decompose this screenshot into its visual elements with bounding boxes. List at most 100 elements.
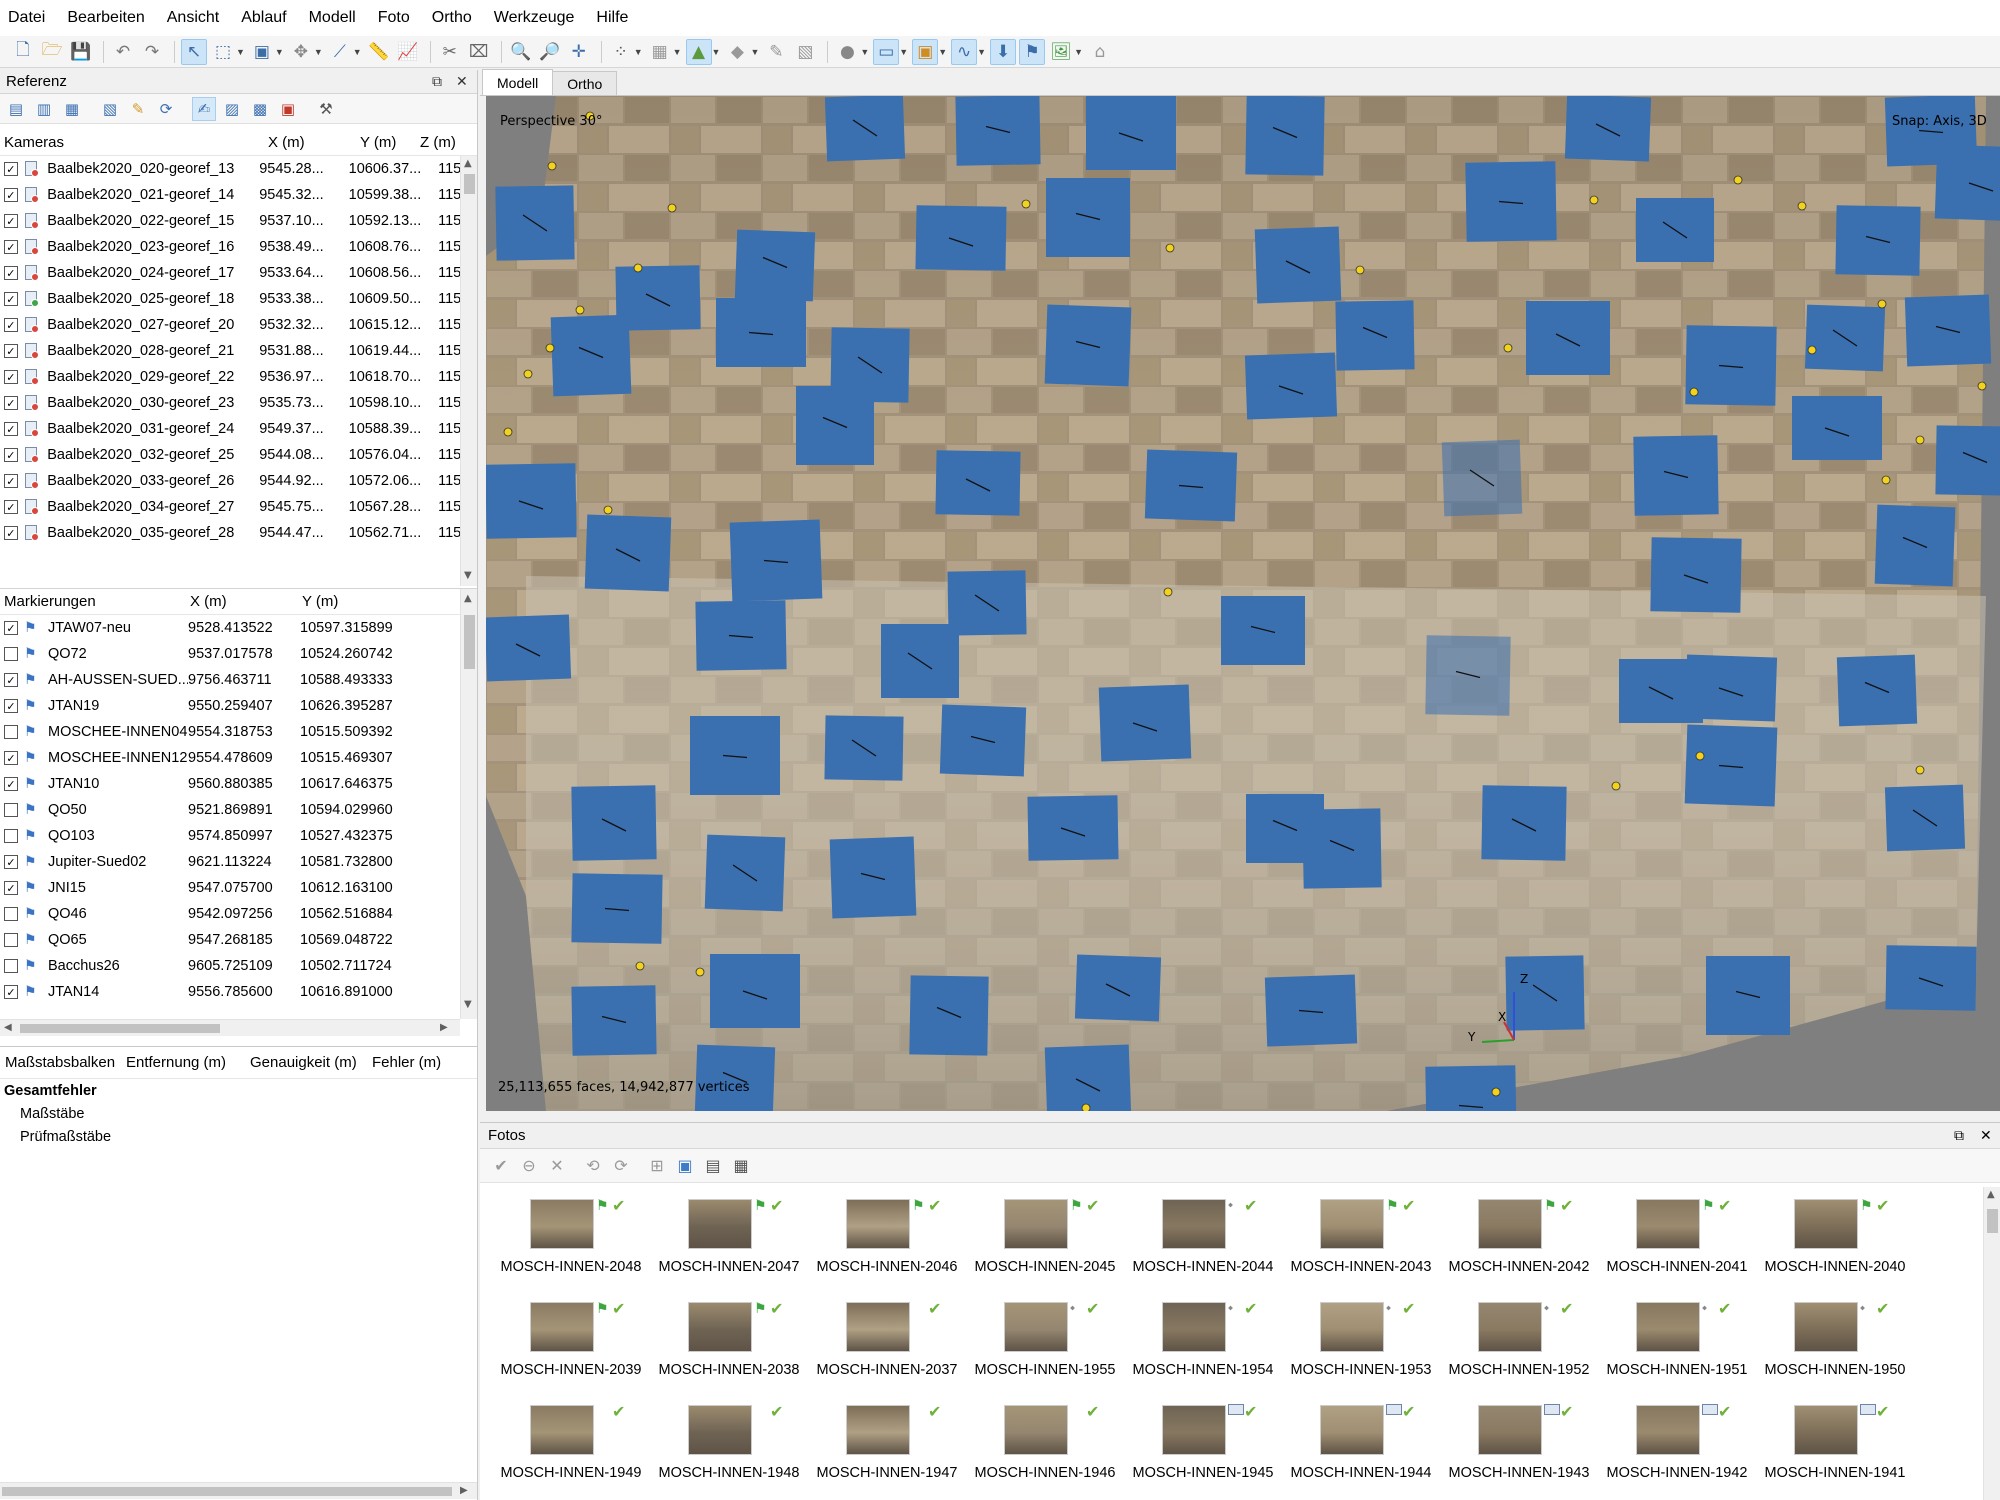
col-z[interactable]: Z (m) xyxy=(420,134,460,151)
show-info-icon[interactable]: ▤ xyxy=(702,1155,724,1177)
table-row[interactable]: ✓ Baalbek2020_032-georef_25 9544.08... 1057… xyxy=(0,442,477,468)
table-row[interactable]: ✓ ⚑ JTAN19 9550.259407 10626.395287 xyxy=(0,693,477,719)
rotate-right-icon[interactable]: ⟳ xyxy=(610,1155,632,1177)
view-errors-icon[interactable]: ▩ xyxy=(248,97,272,121)
open-folder-icon[interactable]: 🗁 xyxy=(39,39,65,65)
zoom-out-icon[interactable]: 🔎 xyxy=(537,39,563,65)
row-checkbox[interactable]: ✓ xyxy=(4,214,18,228)
photo-thumbnail[interactable]: ⚑ ✔ MOSCH-INNEN-2045 xyxy=(966,1185,1124,1289)
chevron-down-icon[interactable]: ▼ xyxy=(634,47,643,57)
ruler-icon[interactable]: 📏 xyxy=(366,39,392,65)
chevron-down-icon[interactable]: ▼ xyxy=(899,47,908,57)
tab-ortho[interactable]: Ortho xyxy=(552,71,618,95)
move-object-icon[interactable]: ✥ xyxy=(288,39,314,65)
draw-polyline-icon[interactable]: ⟋ xyxy=(327,39,353,65)
model-viewport[interactable]: Perspective 30° Snap: Axis, 3D 25,113,65… xyxy=(486,96,2000,1111)
row-checkbox[interactable] xyxy=(4,647,18,661)
scroll-up-icon[interactable]: ▲ xyxy=(464,158,472,169)
photo-thumbnail[interactable]: ✔ MOSCH-INNEN-1944 xyxy=(1282,1391,1440,1495)
table-row[interactable]: ✓ Baalbek2020_020-georef_13 9545.28... 1060… xyxy=(0,156,477,182)
col-cameras[interactable]: Kameras xyxy=(0,134,268,151)
scroll-right-icon[interactable]: ▶ xyxy=(440,1022,448,1033)
photo-thumbnail[interactable]: ✔ MOSCH-INNEN-1942 xyxy=(1598,1391,1756,1495)
photo-thumbnail[interactable]: ⚑ ✔ MOSCH-INNEN-2041 xyxy=(1598,1185,1756,1289)
row-checkbox[interactable]: ✓ xyxy=(4,699,18,713)
scroll-down-icon[interactable]: ▼ xyxy=(464,570,472,581)
row-checkbox[interactable]: ✓ xyxy=(4,162,18,176)
disable-camera-icon[interactable]: ⊖ xyxy=(518,1155,540,1177)
photo-thumbnail[interactable]: ✔ MOSCH-INNEN-1946 xyxy=(966,1391,1124,1495)
row-checkbox[interactable]: ✓ xyxy=(4,344,18,358)
col-distance[interactable]: Entfernung (m) xyxy=(124,1054,248,1071)
table-row[interactable]: ✓ ⚑ JTAN10 9560.880385 10617.646375 xyxy=(0,771,477,797)
photo-thumbnail[interactable]: ✔ MOSCH-INNEN-2037 xyxy=(808,1288,966,1392)
scroll-up-icon[interactable]: ▲ xyxy=(464,593,472,604)
row-checkbox[interactable]: ✓ xyxy=(4,422,18,436)
table-row[interactable]: ✓ Baalbek2020_034-georef_27 9545.75... 1056… xyxy=(0,494,477,520)
close-icon[interactable]: ✕ xyxy=(456,73,468,90)
col-scalebars[interactable]: Maßstabsbalken xyxy=(0,1054,124,1071)
sphere-icon[interactable]: ● xyxy=(834,39,860,65)
table-row[interactable]: ✓ Baalbek2020_031-georef_24 9549.37... 1058… xyxy=(0,416,477,442)
dem-icon[interactable]: ▧ xyxy=(792,39,818,65)
table-row[interactable]: ✓ Baalbek2020_030-georef_23 9535.73... 1059… xyxy=(0,390,477,416)
photo-thumbnail[interactable]: ⬩ ✔ MOSCH-INNEN-1953 xyxy=(1282,1288,1440,1392)
brush-icon[interactable]: ✎ xyxy=(763,39,789,65)
menu-item-bearbeiten[interactable]: Bearbeiten xyxy=(67,7,144,29)
tree-check-scales[interactable]: Prüfmaßstäbe xyxy=(0,1125,477,1148)
photos-vscroll[interactable]: ▲ xyxy=(1983,1187,2000,1500)
view-estimated-icon[interactable]: ▨ xyxy=(220,97,244,121)
scalebars-hscroll[interactable]: ▶ xyxy=(0,1482,477,1499)
table-row[interactable]: ✓ ⚑ JTAW07-neu 9528.413522 10597.315899 xyxy=(0,615,477,641)
row-checkbox[interactable] xyxy=(4,803,18,817)
col-markers[interactable]: Markierungen xyxy=(0,593,190,610)
photo-thumbnail[interactable]: ⚑ ✔ MOSCH-INNEN-2043 xyxy=(1282,1185,1440,1289)
chevron-down-icon[interactable]: ▼ xyxy=(712,47,721,57)
photo-thumbnail[interactable]: ✔ MOSCH-INNEN-1943 xyxy=(1440,1391,1598,1495)
rectangle-selection-icon[interactable]: ⬚ xyxy=(210,39,236,65)
markers-vscroll[interactable]: ▲ ▼ xyxy=(460,589,477,1019)
tiled-model-icon[interactable]: ◆ xyxy=(724,39,750,65)
row-checkbox[interactable]: ✓ xyxy=(4,266,18,280)
navigation-cursor-icon[interactable]: ↖ xyxy=(181,38,207,65)
view-mode-icon[interactable]: ▦ xyxy=(730,1155,752,1177)
table-row[interactable]: ✓ Baalbek2020_021-georef_14 9545.32... 1059… xyxy=(0,182,477,208)
undock-icon[interactable]: ⧉ xyxy=(432,73,442,90)
table-row[interactable]: ⚑ QO50 9521.869891 10594.029960 xyxy=(0,797,477,823)
table-row[interactable]: ✓ ⚑ Jupiter-Sued02 9621.113224 10581.732800 xyxy=(0,849,477,875)
table-row[interactable]: ✓ ⚑ AH-AUSSEN-SUED... 9756.463711 10588.4933… xyxy=(0,667,477,693)
show-shapes-icon[interactable]: ∿ xyxy=(951,38,978,65)
table-row[interactable]: ⚑ QO46 9542.097256 10562.516884 xyxy=(0,901,477,927)
row-checkbox[interactable]: ✓ xyxy=(4,751,18,765)
tab-modell[interactable]: Modell xyxy=(482,69,554,95)
point-cloud-icon[interactable]: ⁘ xyxy=(608,39,634,65)
row-checkbox[interactable]: ✓ xyxy=(4,881,18,895)
chevron-down-icon[interactable]: ▼ xyxy=(860,47,869,57)
filter-binoculars-icon[interactable]: ⊞ xyxy=(646,1155,668,1177)
row-checkbox[interactable]: ✓ xyxy=(4,240,18,254)
table-row[interactable]: ✓ ⚑ MOSCHEE-INNEN12 9554.478609 10515.469307 xyxy=(0,745,477,771)
crop-selection-icon[interactable]: ⌧ xyxy=(466,39,492,65)
table-row[interactable]: ✓ Baalbek2020_024-georef_17 9533.64... 1060… xyxy=(0,260,477,286)
new-file-icon[interactable]: 🗋 xyxy=(10,39,36,65)
table-row[interactable]: ✓ Baalbek2020_029-georef_22 9536.97... 1061… xyxy=(0,364,477,390)
chevron-down-icon[interactable]: ▼ xyxy=(673,47,682,57)
row-checkbox[interactable]: ✓ xyxy=(4,396,18,410)
convert-reference-icon[interactable]: ▧ xyxy=(98,97,122,121)
close-icon[interactable]: ✕ xyxy=(1980,1127,1992,1144)
show-markers-icon[interactable]: ⬇ xyxy=(990,38,1017,65)
scroll-thumb[interactable] xyxy=(20,1024,220,1033)
photo-thumbnail[interactable]: ✔ MOSCH-INNEN-1945 xyxy=(1124,1391,1282,1495)
table-row[interactable]: ✓ Baalbek2020_028-georef_21 9531.88... 1061… xyxy=(0,338,477,364)
menu-item-modell[interactable]: Modell xyxy=(309,7,356,29)
row-checkbox[interactable] xyxy=(4,725,18,739)
row-checkbox[interactable]: ✓ xyxy=(4,448,18,462)
photo-thumbnail[interactable]: ⬩ ✔ MOSCH-INNEN-1951 xyxy=(1598,1288,1756,1392)
chart-icon[interactable]: 📈 xyxy=(395,39,421,65)
update-transform-icon[interactable]: ⟳ xyxy=(154,97,178,121)
table-row[interactable]: ✓ ⚑ JNI15 9547.075700 10612.163100 xyxy=(0,875,477,901)
rotate-left-icon[interactable]: ⟲ xyxy=(582,1155,604,1177)
reset-transform-icon[interactable]: ▣ xyxy=(276,97,300,121)
scroll-thumb[interactable] xyxy=(464,615,475,669)
photo-thumbnail[interactable]: ⬩ ✔ MOSCH-INNEN-1950 xyxy=(1756,1288,1914,1392)
